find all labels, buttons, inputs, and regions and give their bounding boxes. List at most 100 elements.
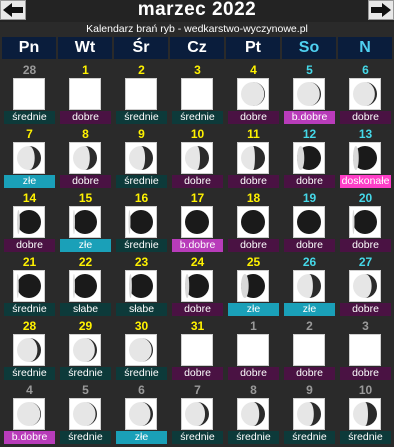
day-cell[interactable]: 10 średnie (339, 383, 392, 444)
day-number: 17 (190, 191, 205, 205)
moon-phase-icon (293, 142, 325, 174)
day-cell[interactable]: 15 złe (59, 191, 112, 252)
day-cell[interactable]: 12 dobre (283, 127, 336, 188)
day-number: 24 (190, 255, 205, 269)
day-number: 16 (134, 191, 149, 205)
day-cell[interactable]: 25 złe (227, 255, 280, 316)
bite-quality-label: b.dobre (4, 431, 55, 444)
day-number: 4 (250, 63, 257, 77)
day-number: 28 (22, 319, 37, 333)
bite-quality-label: średnie (116, 175, 167, 188)
bite-quality-label: średnie (340, 431, 391, 444)
bite-quality-label: słabe (60, 303, 111, 316)
moon-phase-icon (237, 78, 269, 110)
day-cell[interactable]: 13 doskonałe (339, 127, 392, 188)
bite-quality-label: b.dobre (172, 239, 223, 252)
moon-phase-icon (125, 78, 157, 110)
moon-phase-icon (13, 206, 45, 238)
bite-quality-label: średnie (116, 111, 167, 124)
page-title: marzec 2022 (137, 0, 257, 20)
day-number: 7 (26, 127, 33, 141)
day-cell[interactable]: 17 b.dobre (171, 191, 224, 252)
day-cell[interactable]: 5 średnie (59, 383, 112, 444)
day-cell[interactable]: 21 średnie (3, 255, 56, 316)
bite-quality-label: średnie (284, 431, 335, 444)
moon-phase-icon (349, 206, 381, 238)
day-cell[interactable]: 3 dobre (339, 319, 392, 380)
moon-phase-icon (69, 206, 101, 238)
bite-quality-label: dobre (172, 367, 223, 380)
day-cell[interactable]: 31 dobre (171, 319, 224, 380)
day-cell[interactable]: 9 średnie (115, 127, 168, 188)
bite-quality-label: doskonałe (340, 175, 391, 188)
day-cell[interactable]: 7 złe (3, 127, 56, 188)
day-cell[interactable]: 20 dobre (339, 191, 392, 252)
bite-quality-label: złe (60, 239, 111, 252)
day-cell[interactable]: 19 dobre (283, 191, 336, 252)
day-cell[interactable]: 29 średnie (59, 319, 112, 380)
moon-phase-icon (13, 398, 45, 430)
day-cell[interactable]: 3 średnie (171, 63, 224, 124)
day-cell[interactable]: 22 słabe (59, 255, 112, 316)
day-cell[interactable]: 9 średnie (283, 383, 336, 444)
moon-phase-icon (349, 142, 381, 174)
moon-phase-icon (181, 142, 213, 174)
day-cell[interactable]: 6 dobre (339, 63, 392, 124)
bite-quality-label: dobre (340, 239, 391, 252)
next-month-button[interactable] (368, 0, 394, 20)
moon-phase-icon (293, 270, 325, 302)
moon-phase-icon (69, 142, 101, 174)
day-cell[interactable]: 8 dobre (59, 127, 112, 188)
day-cell[interactable]: 16 średnie (115, 191, 168, 252)
moon-phase-icon (237, 334, 269, 366)
moon-phase-icon (237, 270, 269, 302)
day-number: 23 (134, 255, 149, 269)
day-cell[interactable]: 5 b.dobre (283, 63, 336, 124)
day-number: 10 (358, 383, 373, 397)
day-number: 6 (362, 63, 369, 77)
weekday-6: So (282, 37, 336, 59)
day-number: 11 (247, 127, 260, 141)
moon-phase-icon (181, 334, 213, 366)
day-cell[interactable]: 24 dobre (171, 255, 224, 316)
moon-phase-icon (125, 142, 157, 174)
day-cell[interactable]: 23 słabe (115, 255, 168, 316)
moon-phase-icon (181, 78, 213, 110)
moon-phase-icon (293, 78, 325, 110)
day-number: 1 (250, 319, 257, 333)
bite-quality-label: b.dobre (284, 111, 335, 124)
day-number: 5 (82, 383, 89, 397)
fishing-calendar: marzec 2022 Kalendarz brań ryb - wedkars… (0, 0, 394, 447)
day-cell[interactable]: 26 złe (283, 255, 336, 316)
day-cell[interactable]: 2 średnie (115, 63, 168, 124)
moon-phase-icon (125, 398, 157, 430)
day-cell[interactable]: 10 dobre (171, 127, 224, 188)
day-cell[interactable]: 27 dobre (339, 255, 392, 316)
bite-quality-label: dobre (284, 175, 335, 188)
day-cell[interactable]: 14 dobre (3, 191, 56, 252)
day-cell[interactable]: 8 średnie (227, 383, 280, 444)
day-cell[interactable]: 1 dobre (227, 319, 280, 380)
bite-quality-label: dobre (60, 111, 111, 124)
moon-phase-icon (69, 78, 101, 110)
day-cell[interactable]: 11 dobre (227, 127, 280, 188)
day-cell[interactable]: 18 dobre (227, 191, 280, 252)
day-cell[interactable]: 28 średnie (3, 319, 56, 380)
day-cell[interactable]: 4 b.dobre (3, 383, 56, 444)
bite-quality-label: dobre (228, 111, 279, 124)
day-number: 5 (306, 63, 313, 77)
day-cell[interactable]: 4 dobre (227, 63, 280, 124)
day-cell[interactable]: 2 dobre (283, 319, 336, 380)
day-cell[interactable]: 7 średnie (171, 383, 224, 444)
day-cell[interactable]: 1 dobre (59, 63, 112, 124)
day-number: 8 (250, 383, 257, 397)
bite-quality-label: średnie (4, 303, 55, 316)
bite-quality-label: dobre (284, 239, 335, 252)
day-cell[interactable]: 6 złe (115, 383, 168, 444)
moon-phase-icon (125, 334, 157, 366)
moon-phase-icon (13, 142, 45, 174)
day-cell[interactable]: 30 średnie (115, 319, 168, 380)
day-cell[interactable]: 28 średnie (3, 63, 56, 124)
day-number: 15 (78, 191, 93, 205)
moon-phase-icon (13, 270, 45, 302)
